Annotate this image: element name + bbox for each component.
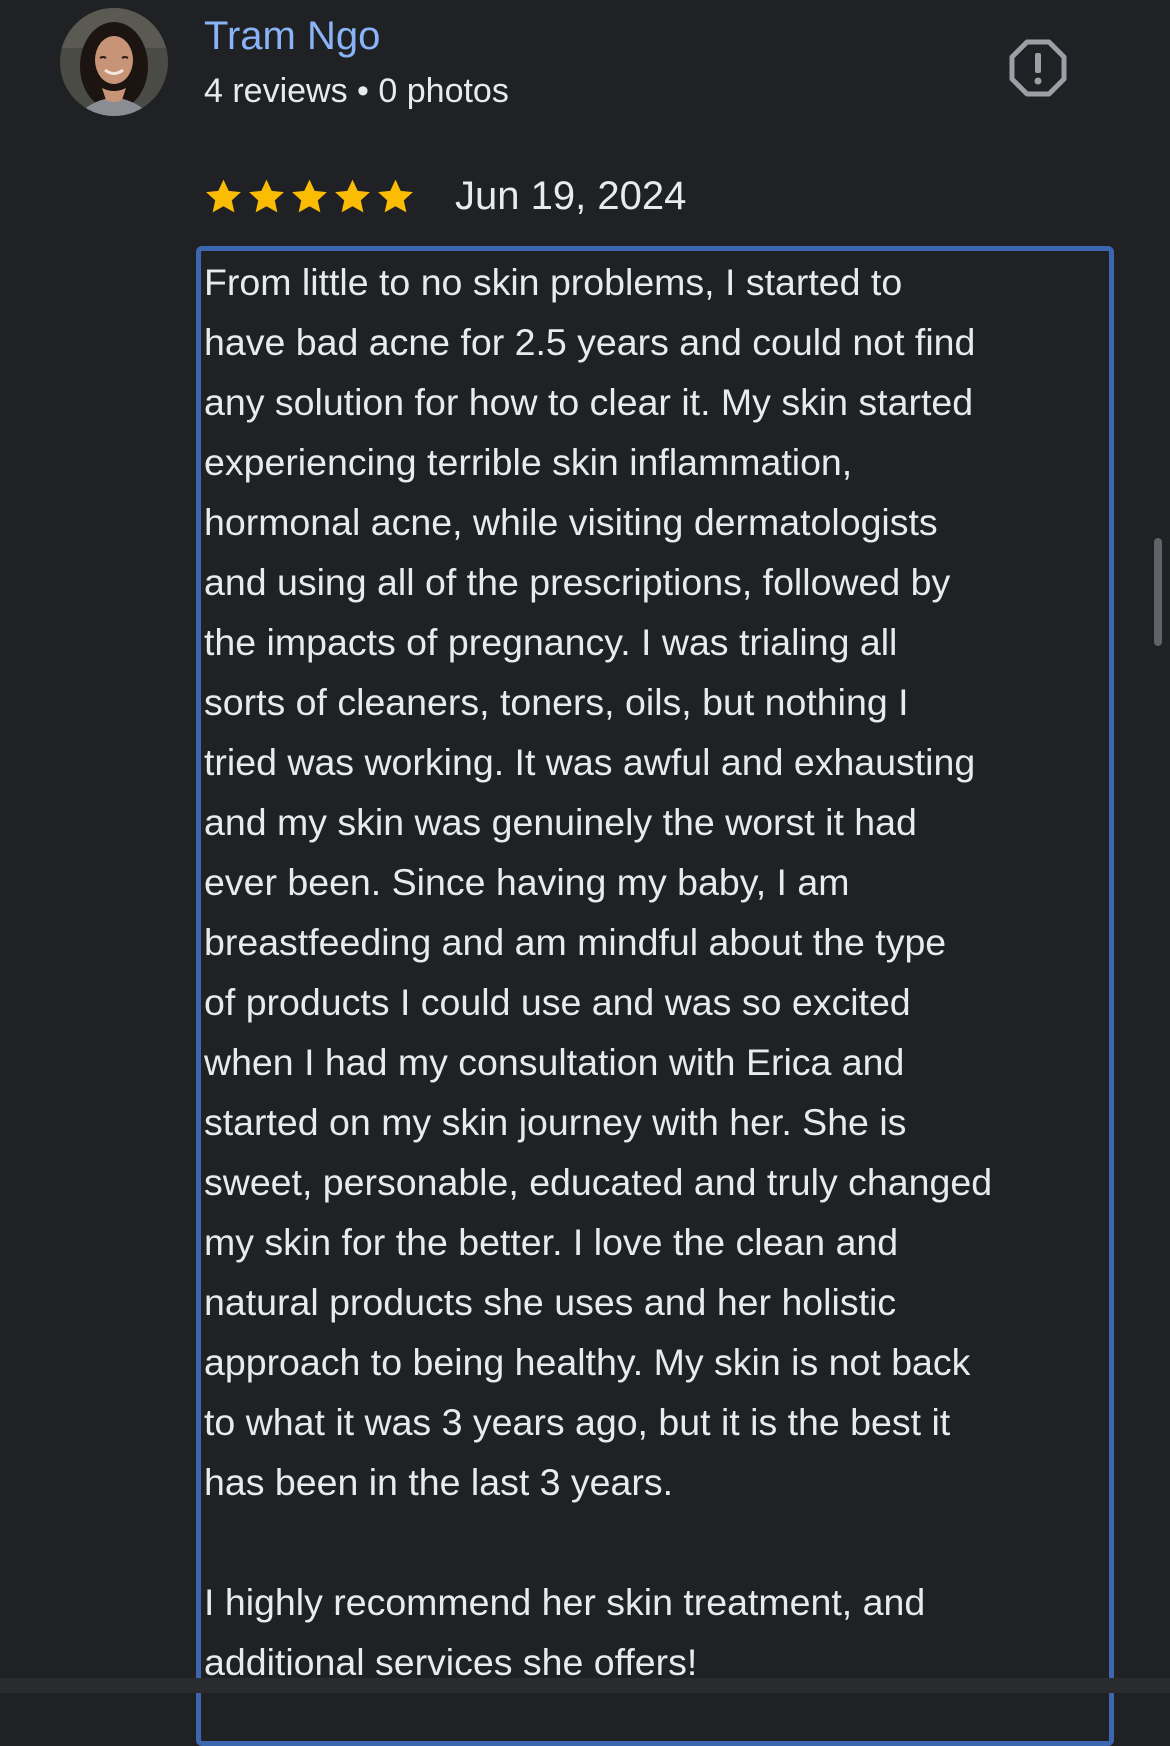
star-icon	[335, 179, 370, 212]
avatar[interactable]	[60, 8, 168, 116]
rating-row: Jun 19, 2024	[204, 170, 686, 222]
scrollbar-thumb[interactable]	[1154, 538, 1162, 646]
review-text-line: and using all of the prescriptions, foll…	[204, 561, 951, 603]
avatar-photo	[60, 8, 168, 116]
review-text-line: and my skin was genuinely the worst it h…	[204, 801, 917, 843]
review-text-line: my skin for the better. I love the clean…	[204, 1221, 899, 1263]
review-text-line: to what it was 3 years ago, but it is th…	[204, 1401, 951, 1443]
review-text-line	[204, 1512, 1124, 1572]
author-name[interactable]: Tram Ngo	[204, 12, 380, 60]
review-text-line: when I had my consultation with Erica an…	[204, 1041, 905, 1083]
review-text-line: any solution for how to clear it. My ski…	[204, 381, 974, 423]
review-text-line: of products I could use and was so excit…	[204, 981, 911, 1023]
review-text-line: breastfeeding and am mindful about the t…	[204, 921, 947, 963]
review-text-line: sorts of cleaners, toners, oils, but not…	[204, 681, 909, 723]
star-icon	[292, 179, 327, 212]
report-button[interactable]	[1008, 38, 1068, 98]
review-text-line: From little to no skin problems, I start…	[204, 261, 903, 303]
review-text[interactable]: From little to no skin problems, I start…	[204, 252, 1124, 1692]
review-text-line: experiencing terrible skin inflammation,	[204, 441, 853, 483]
star-icon	[206, 179, 241, 212]
review-text-line: ever been. Since having my baby, I am	[204, 861, 850, 903]
review-text-line: started on my skin journey with her. She…	[204, 1101, 907, 1143]
author-meta: 4 reviews • 0 photos	[204, 72, 509, 110]
review-text-line: I highly recommend her skin treatment, a…	[204, 1581, 926, 1623]
bottom-edge-bar	[0, 1678, 1170, 1693]
review-text-line: the impacts of pregnancy. I was trialing…	[204, 621, 898, 663]
review-text-line: have bad acne for 2.5 years and could no…	[204, 321, 976, 363]
review-text-line: sweet, personable, educated and truly ch…	[204, 1161, 993, 1203]
report-flag-icon	[1009, 39, 1067, 97]
review-text-line: has been in the last 3 years.	[204, 1461, 674, 1503]
star-rating	[204, 177, 415, 216]
review-text-line: approach to being healthy. My skin is no…	[204, 1341, 971, 1383]
review-text-line: natural products she uses and her holist…	[204, 1281, 897, 1323]
star-icon	[249, 179, 284, 212]
review-date: Jun 19, 2024	[455, 174, 687, 218]
review-text-line: hormonal acne, while visiting dermatolog…	[204, 501, 938, 543]
review-text-line: tried was working. It was awful and exha…	[204, 741, 976, 783]
star-icon	[378, 179, 413, 212]
